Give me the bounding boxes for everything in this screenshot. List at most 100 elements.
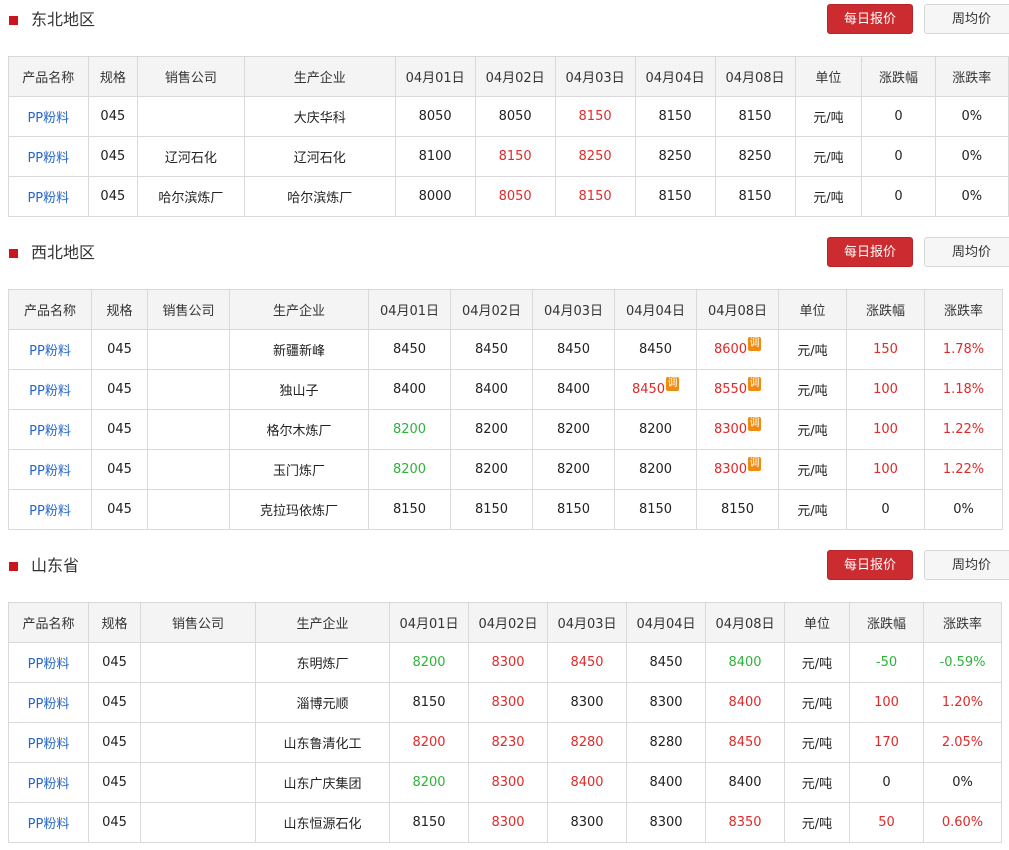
weekly-average-button[interactable]: 周均价 (924, 4, 1009, 34)
cell-value: 格尔木炼厂 (266, 424, 332, 439)
daily-quote-button[interactable]: 每日报价 (827, 550, 913, 580)
table-cell: 淄博元顺 (255, 682, 390, 723)
product-link[interactable]: PP粉料 (8, 642, 89, 683)
cell-value: 8200 (392, 462, 427, 477)
table-cell: 0.60% (923, 802, 1002, 843)
cell-value: 新疆新峰 (272, 344, 325, 359)
product-link[interactable]: PP粉料 (8, 489, 92, 530)
cell-value: -50 (875, 655, 898, 670)
column-header: 单位 (794, 56, 863, 97)
region-marker-icon (9, 249, 18, 258)
table-cell: -50 (849, 642, 924, 683)
table-cell: 8400 (450, 369, 533, 410)
cell-value: 8200 (638, 422, 673, 437)
cell-value: 045 (107, 502, 132, 517)
column-header: 销售公司 (137, 56, 245, 97)
product-link[interactable]: PP粉料 (8, 96, 89, 137)
table-cell: 8450 (368, 329, 451, 370)
table-cell: 8400 (626, 762, 706, 803)
table-cell: 0 (861, 176, 936, 217)
cell-value: 8150 (578, 189, 612, 204)
product-link[interactable]: PP粉料 (8, 176, 89, 217)
region-northwest: 西北地区 每日报价 周均价 产品名称 规格 销售公司 生产企业 04月01日 04月02日… (0, 233, 1009, 530)
product-link[interactable]: PP粉料 (8, 369, 92, 410)
cell-value: PP粉料 (29, 464, 71, 479)
daily-quote-button[interactable]: 每日报价 (827, 4, 913, 34)
column-header: 规格 (87, 56, 139, 97)
cell-value: 8300 (491, 815, 525, 830)
weekly-average-button[interactable]: 周均价 (924, 550, 1009, 580)
table-cell: 8450 (547, 642, 627, 683)
table-cell: 8150 (450, 489, 533, 530)
table-cell: 0% (923, 762, 1002, 803)
table-header-row: 产品名称 规格 销售公司 生产企业 04月01日 04月02日 04月03日 04月04日 04… (8, 602, 1002, 643)
cell-value: 100 (874, 695, 899, 710)
cell-value: -0.59% (939, 655, 986, 670)
cell-value: 045 (107, 342, 132, 357)
table-cell: 元/吨 (784, 722, 850, 763)
region-header: 山东省 每日报价 周均价 (0, 546, 1009, 586)
table-row: PP粉料 045 山东恒源石化 8150 8300 8300 8300 8350 元/吨 50 0.… (8, 802, 1002, 843)
column-header: 涨跌幅 (846, 289, 925, 330)
region-title: 西北地区 (31, 243, 96, 262)
table-cell: 8300 调 (696, 409, 779, 450)
table-cell: 1.20% (923, 682, 1002, 723)
table-cell: 0 (849, 762, 924, 803)
table-cell: 哈尔滨炼厂 (243, 176, 396, 217)
table-cell (147, 449, 230, 490)
table-cell: 8200 (368, 449, 451, 490)
table-cell: 8300 (468, 682, 548, 723)
table-cell: 8450 (614, 329, 697, 370)
cell-value: 8150 (412, 695, 446, 710)
cell-value: 8150 (556, 502, 591, 517)
product-link[interactable]: PP粉料 (8, 329, 92, 370)
table-cell (147, 409, 230, 450)
weekly-average-button[interactable]: 周均价 (924, 237, 1009, 267)
column-header: 产品名称 (8, 56, 89, 97)
cell-value: 1.18% (942, 382, 985, 397)
table-cell: 元/吨 (794, 136, 863, 177)
column-header: 04月02日 (450, 289, 533, 330)
table-cell: 045 (87, 136, 139, 177)
cell-value: PP粉料 (27, 191, 70, 206)
cell-value: 元/吨 (797, 384, 828, 399)
table-cell: 0% (924, 489, 1003, 530)
cell-value: 8450 (556, 342, 591, 357)
table-cell: 8150 (368, 489, 451, 530)
table-cell: 山东广庆集团 (255, 762, 390, 803)
cell-value: 8300 (713, 462, 748, 477)
column-header: 销售公司 (140, 602, 256, 643)
cell-value: 8450 (392, 342, 427, 357)
cell-value: 150 (873, 342, 898, 357)
table-row: PP粉料 045 大庆华科 8050 8050 8150 8150 8150 元/吨 0 0% (8, 96, 1009, 137)
product-link[interactable]: PP粉料 (8, 449, 92, 490)
table-cell (140, 722, 256, 763)
cell-value: 元/吨 (813, 191, 844, 206)
product-link[interactable]: PP粉料 (8, 136, 89, 177)
cell-value: 8250 (578, 149, 612, 164)
table-cell: 50 (849, 802, 924, 843)
table-cell: 元/吨 (794, 96, 863, 137)
column-header: 04月08日 (705, 602, 785, 643)
table-cell: 8300 (626, 682, 706, 723)
cell-value: 8200 (474, 422, 509, 437)
daily-quote-button[interactable]: 每日报价 (827, 237, 913, 267)
product-link[interactable]: PP粉料 (8, 762, 89, 803)
product-link[interactable]: PP粉料 (8, 722, 89, 763)
product-link[interactable]: PP粉料 (8, 409, 92, 450)
table-cell: 8300 (468, 762, 548, 803)
cell-value: 8350 (728, 815, 762, 830)
cell-value: 0% (961, 149, 983, 164)
table-cell (140, 802, 256, 843)
price-adjusted-badge: 调 (748, 376, 762, 391)
table-cell: 8150 (634, 96, 716, 137)
product-link[interactable]: PP粉料 (8, 802, 89, 843)
cell-value: 8150 (658, 109, 692, 124)
cell-value: 8150 (474, 502, 509, 517)
product-link[interactable]: PP粉料 (8, 682, 89, 723)
cell-value: 8300 (491, 775, 525, 790)
column-header: 04月08日 (696, 289, 779, 330)
cell-value: 8150 (498, 149, 532, 164)
cell-value: 8280 (570, 735, 604, 750)
cell-value: 8300 (570, 695, 604, 710)
